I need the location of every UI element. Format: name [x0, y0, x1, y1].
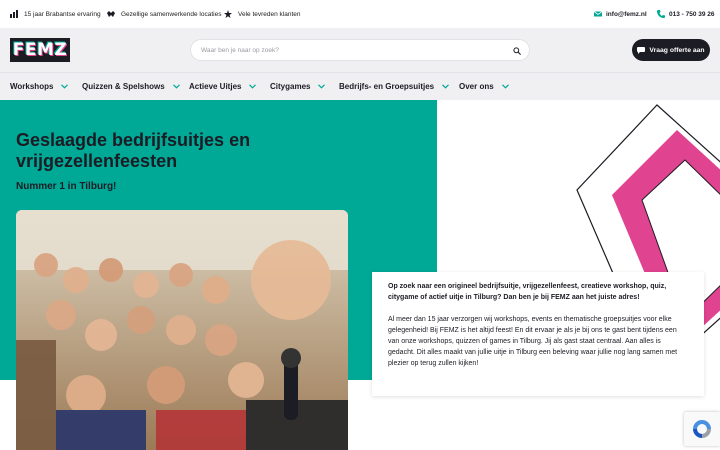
usp-locations: Gezellige samenwerkende locaties	[107, 10, 221, 18]
chevron-down-icon	[501, 84, 509, 89]
nav-item-label: Workshops	[10, 82, 54, 91]
envelope-icon	[594, 11, 602, 17]
email-label: info@femz.nl	[606, 10, 647, 18]
intro-lead: Op zoek naar een origineel bedrijfsuitje…	[388, 283, 667, 301]
cta-label: Vraag offerte aan	[649, 46, 705, 54]
usp-label: 15 jaar Brabantse ervaring	[24, 10, 101, 18]
nav-item-label: Citygames	[270, 82, 311, 91]
email-link[interactable]: info@femz.nl	[594, 10, 647, 18]
nav-item-bedrijfsuitjes[interactable]: Bedrijfs- en Groepsuitjes	[339, 82, 450, 91]
star-icon	[224, 10, 232, 18]
nav-item-actieve-uitjes[interactable]: Actieve Uitjes	[189, 82, 257, 91]
search-input[interactable]	[201, 46, 501, 54]
site-header: FEMZ Vraag offerte aan	[0, 28, 720, 72]
chevron-down-icon	[318, 84, 326, 89]
intro-card: Op zoek naar een origineel bedrijfsuitje…	[372, 272, 704, 396]
chat-icon	[637, 47, 646, 54]
phone-label: 013 - 750 39 26	[669, 10, 715, 18]
chevron-down-icon	[172, 84, 180, 89]
nav-item-label: Actieve Uitjes	[189, 82, 242, 91]
bar-chart-icon	[10, 10, 18, 18]
nav-item-workshops[interactable]: Workshops	[10, 82, 69, 91]
nav-item-label: Over ons	[459, 82, 494, 91]
chevron-down-icon	[249, 84, 257, 89]
logo-text: FEMZ	[12, 40, 68, 60]
search-bar	[190, 39, 530, 61]
top-info-bar: 15 jaar Brabantse ervaring Gezellige sam…	[0, 0, 720, 28]
usp-label: Vele tevreden klanten	[238, 10, 301, 18]
chevron-down-icon	[61, 84, 69, 89]
usp-customers: Vele tevreden klanten	[224, 10, 301, 18]
page-subtitle: Nummer 1 in Tilburg!	[16, 181, 117, 192]
request-quote-button[interactable]: Vraag offerte aan	[632, 39, 710, 61]
handshake-icon	[107, 11, 115, 17]
page-title: Geslaagde bedrijfsuitjes en vrijgezellen…	[16, 130, 251, 171]
chevron-down-icon	[442, 84, 450, 89]
nav-item-label: Quizzen & Spelshows	[82, 82, 165, 91]
nav-item-over-ons[interactable]: Over ons	[459, 82, 509, 91]
nav-item-quizzen[interactable]: Quizzen & Spelshows	[82, 82, 180, 91]
femz-logo[interactable]: FEMZ	[10, 38, 70, 62]
nav-item-citygames[interactable]: Citygames	[270, 82, 326, 91]
phone-link[interactable]: 013 - 750 39 26	[657, 10, 715, 18]
phone-icon	[657, 10, 665, 18]
group-selfie-image	[16, 210, 348, 450]
nav-item-label: Bedrijfs- en Groepsuitjes	[339, 82, 435, 91]
recaptcha-icon	[693, 420, 711, 438]
intro-body: Al meer dan 15 jaar verzorgen wij worksh…	[388, 316, 678, 367]
main-nav: Workshops Quizzen & Spelshows Actieve Ui…	[0, 72, 720, 100]
search-icon[interactable]	[513, 47, 521, 55]
hero-photo	[16, 210, 348, 450]
usp-label: Gezellige samenwerkende locaties	[121, 10, 222, 18]
usp-experience: 15 jaar Brabantse ervaring	[10, 10, 101, 18]
recaptcha-badge[interactable]	[684, 412, 720, 446]
